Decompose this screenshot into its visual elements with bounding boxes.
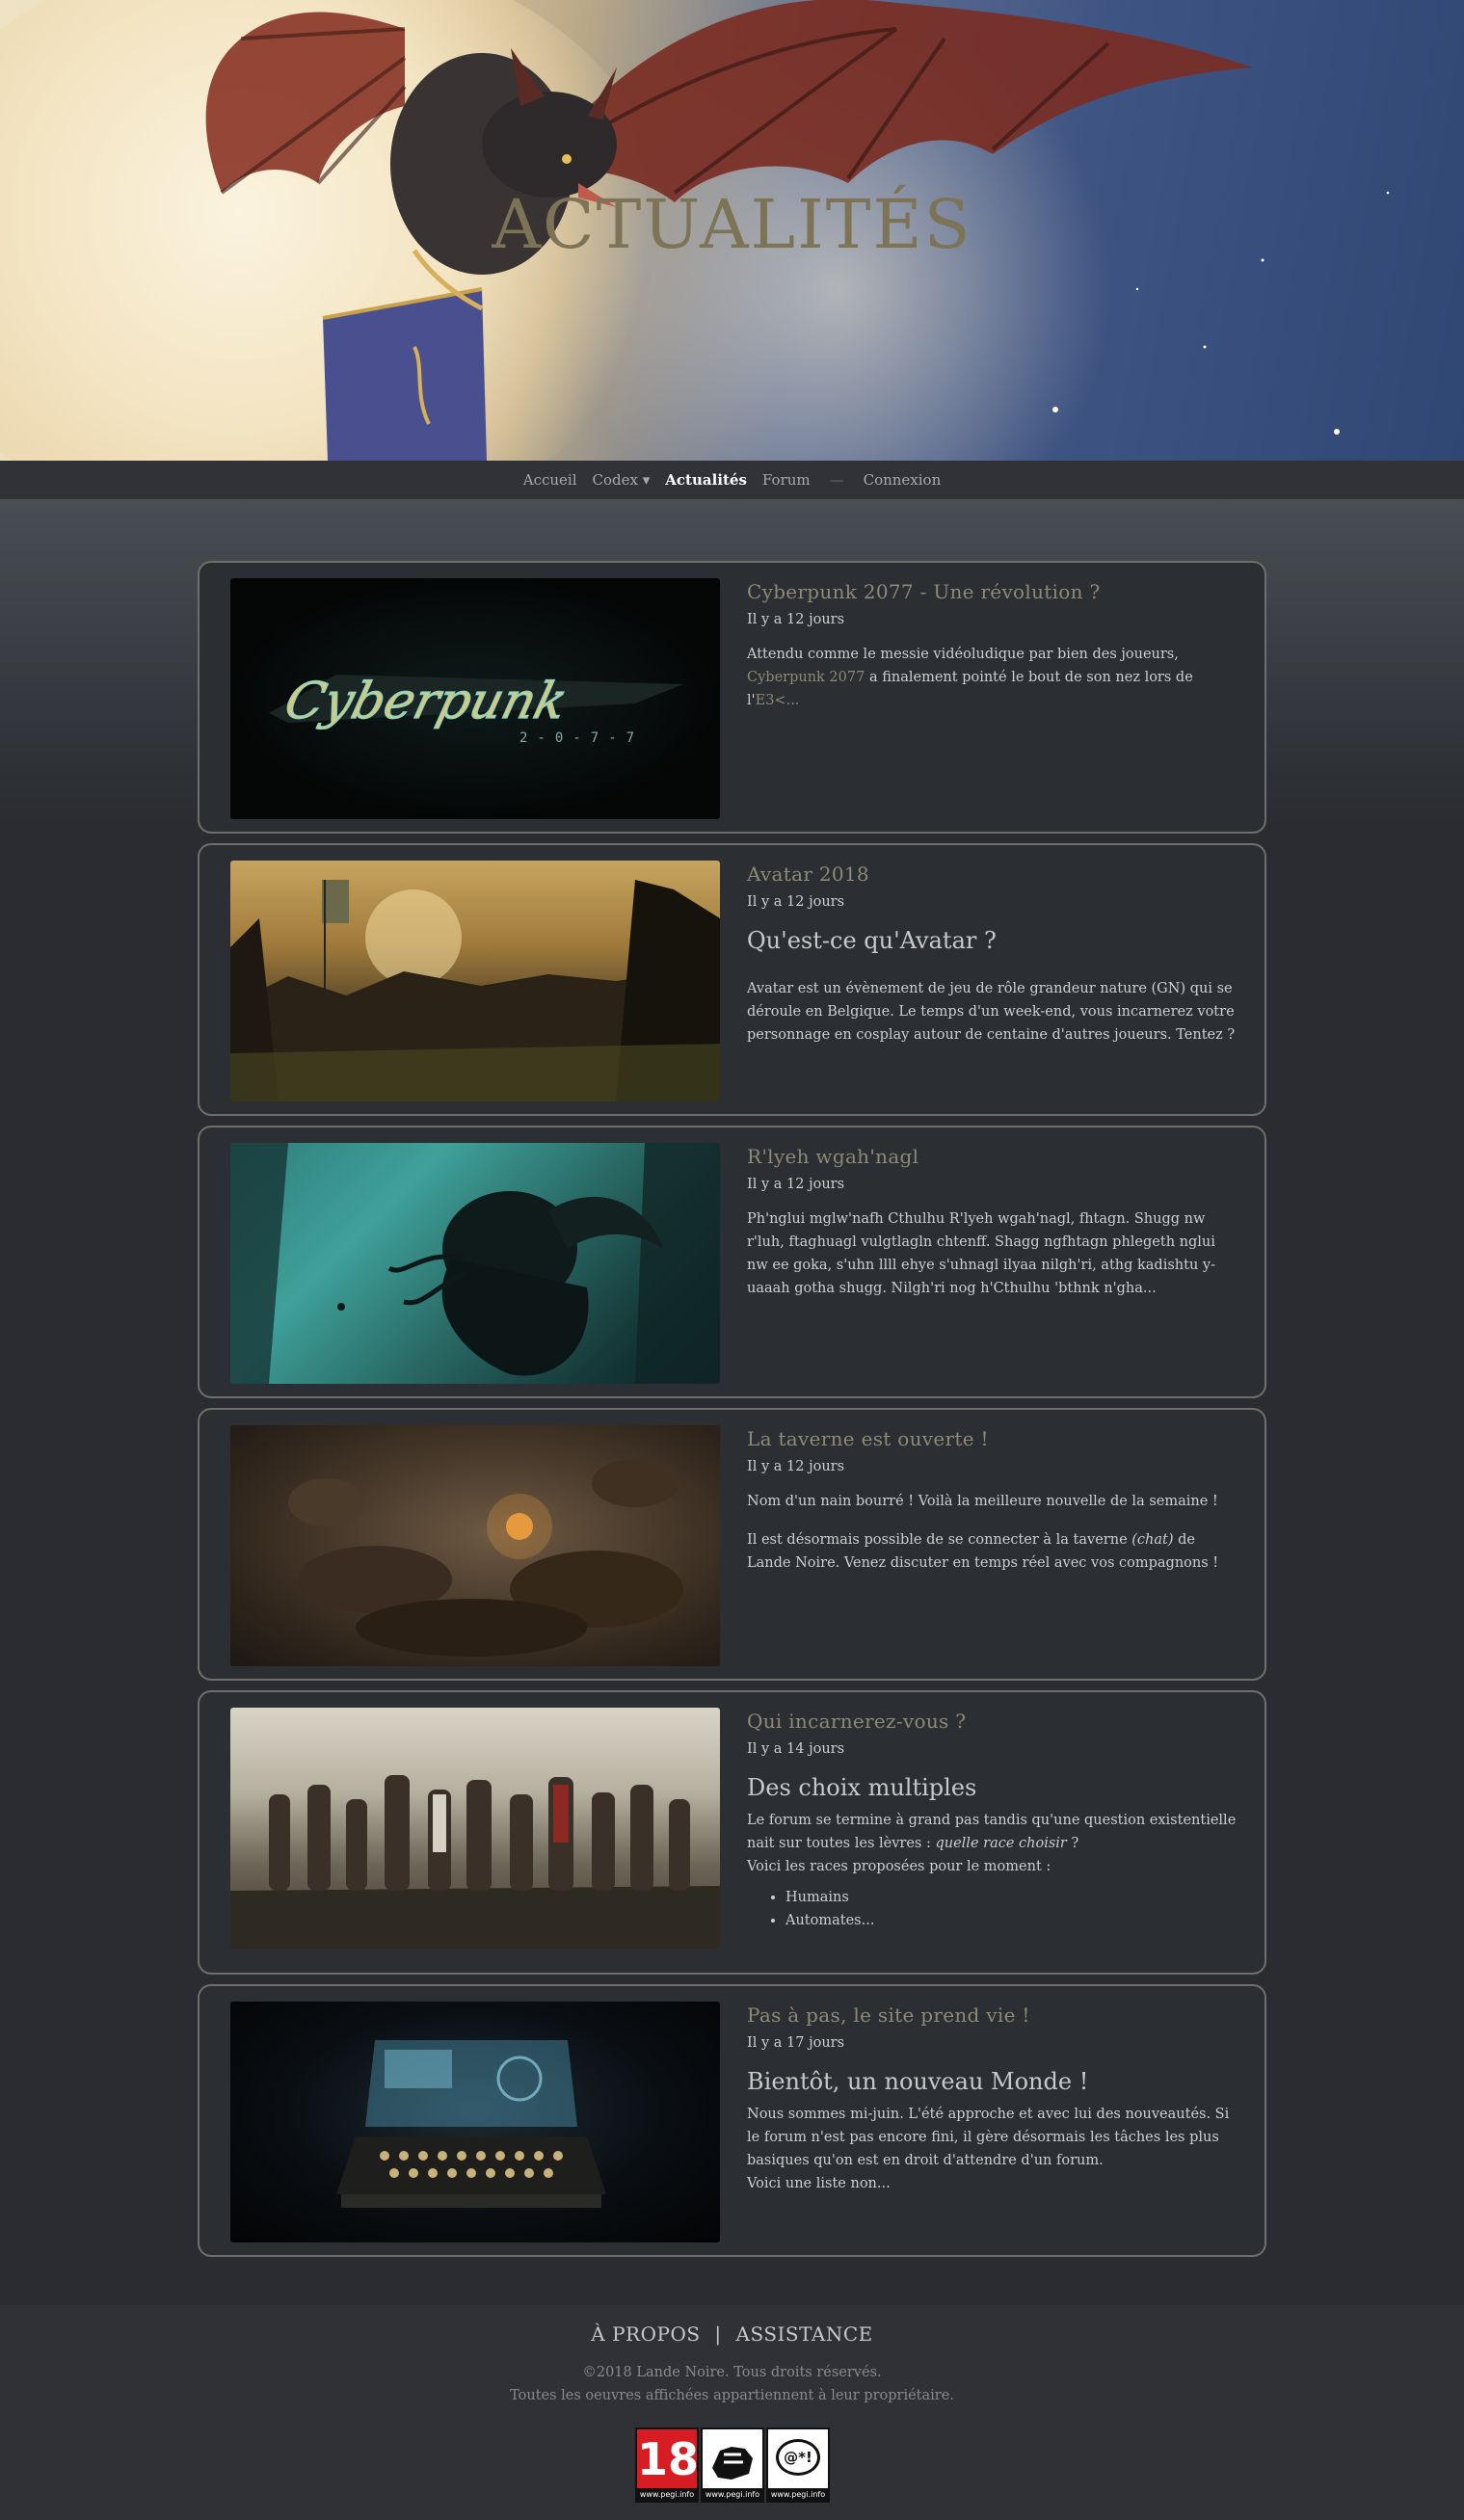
pegi-url: www.pegi.info: [768, 2488, 828, 2501]
article-excerpt: Avatar est un évènement de jeu de rôle g…: [747, 981, 1236, 1043]
nav-item-forum[interactable]: Forum: [755, 471, 818, 489]
article-thumbnail[interactable]: [230, 2002, 720, 2242]
excerpt-text: Attendu comme le messie vidéoludique par…: [747, 647, 1179, 662]
fist-icon: [703, 2429, 762, 2489]
article-excerpt: Voici une liste non...: [747, 2176, 891, 2191]
article-card[interactable]: Qui incarnerez-vous ? Il y a 14 jours De…: [198, 1690, 1266, 1975]
article-title[interactable]: Qui incarnerez-vous ?: [747, 1708, 1238, 1735]
list-item: Automates...: [785, 1909, 1238, 1932]
rights-line: Toutes les oeuvres affichées appartienne…: [510, 2388, 954, 2403]
article-date: Il y a 14 jours: [747, 1741, 845, 1757]
article-date: Il y a 17 jours: [747, 2035, 845, 2051]
article-excerpt: Ph'nglui mglw'nafh Cthulhu R'lyeh wgah'n…: [747, 1211, 1215, 1296]
article-thumbnail[interactable]: [230, 861, 720, 1101]
tavern-image: [288, 1459, 683, 1657]
article-excerpt: Nom d'un nain bourré ! Voilà la meilleur…: [747, 1494, 1218, 1509]
e3-link[interactable]: E3<...: [756, 693, 800, 708]
article-excerpt: Le forum se termine à grand pas tandis q…: [747, 1809, 1238, 1855]
chat-emphasis: (chat): [1131, 1532, 1174, 1548]
footer-links: À PROPOS | ASSISTANCE: [0, 2322, 1464, 2346]
nav-item-actualites[interactable]: Actualités: [657, 471, 755, 489]
typewriter-hologram-image: [336, 2040, 606, 2208]
article-body: Avatar 2018 Il y a 12 jours Qu'est-ce qu…: [747, 859, 1238, 1062]
article-body: Pas à pas, le site prend vie ! Il y a 17…: [747, 2000, 1238, 2195]
article-thumbnail[interactable]: [230, 1143, 720, 1384]
about-link[interactable]: À PROPOS: [587, 2322, 704, 2346]
pegi-violence-icon: www.pegi.info: [701, 2427, 764, 2503]
race-list: Humains Automates...: [785, 1886, 1238, 1932]
article-title[interactable]: R'lyeh wgah'nagl: [747, 1143, 1238, 1170]
copyright: ©2018 Lande Noire. Tous droits réservés.…: [0, 2361, 1464, 2407]
site-footer: À PROPOS | ASSISTANCE ©2018 Lande Noire.…: [0, 2305, 1464, 2520]
nav-separator: —: [829, 471, 844, 489]
excerpt-text: Il est désormais possible de se connecte…: [747, 1532, 1132, 1548]
article-thumbnail[interactable]: Cyberpunk 2-0-7-7: [230, 578, 720, 819]
article-excerpt: Attendu comme le messie vidéoludique par…: [747, 643, 1238, 712]
article-card[interactable]: Cyberpunk 2-0-7-7 Cyberpunk 2077 - Une r…: [198, 561, 1266, 834]
article-body: R'lyeh wgah'nagl Il y a 12 jours Ph'nglu…: [747, 1141, 1238, 1315]
race-question: quelle race choisir: [935, 1836, 1067, 1851]
article-card[interactable]: R'lyeh wgah'nagl Il y a 12 jours Ph'nglu…: [198, 1126, 1266, 1398]
article-body: Qui incarnerez-vous ? Il y a 14 jours De…: [747, 1706, 1238, 1932]
pegi-language-icon: @*! www.pegi.info: [766, 2427, 830, 2503]
larp-crowd-image: [230, 880, 720, 1101]
article-title[interactable]: Cyberpunk 2077 - Une révolution ?: [747, 578, 1238, 605]
article-excerpt: Il est désormais possible de se connecte…: [747, 1528, 1238, 1575]
nav-item-connexion[interactable]: Connexion: [856, 471, 949, 489]
cyberpunk-logo-image: Cyberpunk 2-0-7-7: [269, 672, 683, 746]
article-date: Il y a 12 jours: [747, 894, 845, 910]
footer-divider: |: [714, 2322, 722, 2346]
pegi-symbol: @*!: [776, 2439, 820, 2476]
pegi-18-icon: 18 www.pegi.info: [635, 2427, 699, 2503]
article-title[interactable]: Pas à pas, le site prend vie !: [747, 2002, 1238, 2029]
svg-text:2-0-7-7: 2-0-7-7: [519, 730, 644, 746]
cthulhu-image: [230, 1143, 720, 1384]
svg-text:Cyberpunk: Cyberpunk: [279, 673, 573, 730]
races-group-image: [230, 1775, 720, 1949]
article-card[interactable]: Avatar 2018 Il y a 12 jours Qu'est-ce qu…: [198, 843, 1266, 1116]
article-card[interactable]: La taverne est ouverte ! Il y a 12 jours…: [198, 1408, 1266, 1681]
main-nav: Accueil Codex ▾ Actualités Forum — Conne…: [0, 461, 1464, 499]
cyberpunk-link[interactable]: Cyberpunk 2077: [747, 670, 865, 685]
nav-item-accueil[interactable]: Accueil: [516, 471, 585, 489]
assistance-link[interactable]: ASSISTANCE: [732, 2322, 877, 2346]
article-thumbnail[interactable]: [230, 1425, 720, 1666]
pegi-ratings: 18 www.pegi.info www.pegi.info @*! www.p…: [635, 2427, 830, 2503]
article-heading: Des choix multiples: [747, 1774, 977, 1801]
article-heading: Bientôt, un nouveau Monde !: [747, 2068, 1089, 2095]
pegi-age-label: 18: [637, 2433, 700, 2485]
excerpt-text: ?: [1066, 1836, 1079, 1851]
nav-item-codex[interactable]: Codex ▾: [585, 471, 658, 489]
page-title: ACTUALITÉS: [492, 185, 972, 264]
article-excerpt: Nous sommes mi-juin. L'été approche et a…: [747, 2107, 1230, 2168]
article-thumbnail[interactable]: [230, 1708, 720, 1949]
article-title[interactable]: Avatar 2018: [747, 861, 1238, 888]
list-item: Humains: [785, 1886, 1238, 1909]
article-body: Cyberpunk 2077 - Une révolution ? Il y a…: [747, 576, 1238, 728]
article-title[interactable]: La taverne est ouverte !: [747, 1425, 1238, 1452]
article-card[interactable]: Pas à pas, le site prend vie ! Il y a 17…: [198, 1984, 1266, 2257]
copyright-line: ©2018 Lande Noire. Tous droits réservés.: [582, 2365, 882, 2380]
pegi-url: www.pegi.info: [703, 2488, 762, 2501]
article-date: Il y a 12 jours: [747, 1459, 845, 1474]
article-date: Il y a 12 jours: [747, 612, 845, 627]
article-date: Il y a 12 jours: [747, 1177, 845, 1192]
article-body: La taverne est ouverte ! Il y a 12 jours…: [747, 1423, 1238, 1590]
hero-banner: ACTUALITÉS: [0, 0, 1464, 461]
pegi-url: www.pegi.info: [637, 2488, 697, 2501]
article-heading: Qu'est-ce qu'Avatar ?: [747, 927, 997, 954]
article-excerpt: Voici les races proposées pour le moment…: [747, 1859, 1051, 1874]
